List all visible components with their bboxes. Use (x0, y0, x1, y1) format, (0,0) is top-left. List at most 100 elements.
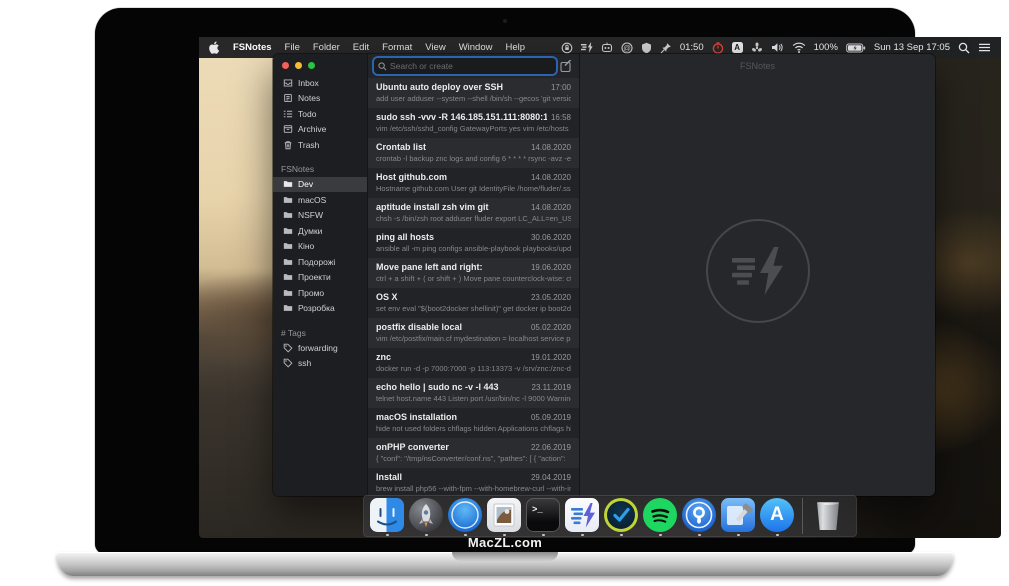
sidebar-item[interactable]: Trash (273, 137, 367, 153)
minimize-window-button[interactable] (295, 62, 302, 69)
dock-fsnotes-icon[interactable] (565, 498, 599, 532)
svg-text:@: @ (623, 43, 631, 52)
dock-mail-icon[interactable] (487, 498, 521, 532)
note-list-item[interactable]: Crontab list 14.08.2020 crontab -l backu… (368, 138, 579, 168)
sidebar-item[interactable]: Archive (273, 122, 367, 138)
fsnotes-menu-icon[interactable] (581, 42, 593, 54)
folder-icon (283, 179, 293, 189)
close-window-button[interactable] (282, 62, 289, 69)
note-list-item[interactable]: Host github.com 14.08.2020 Hostname gith… (368, 168, 579, 198)
sidebar-item[interactable]: Notes (273, 91, 367, 107)
sidebar-item[interactable]: Dev (273, 177, 367, 193)
menubar-menu-item[interactable]: View (425, 42, 445, 53)
note-preview: ansible all -m ping configs ansible-play… (376, 244, 571, 253)
note-list-item[interactable]: Ubuntu auto deploy over SSH 17:00 add us… (368, 78, 579, 108)
dock-safari-icon[interactable] (448, 498, 482, 532)
sidebar-item[interactable]: Кіно (273, 239, 367, 255)
menubar-menu-item[interactable]: Format (382, 42, 412, 53)
fsnotes-logo-icon (706, 219, 810, 323)
menubar-menu-item[interactable]: File (285, 42, 300, 53)
note-date: 29.04.2019 (531, 473, 571, 482)
robot-icon[interactable] (601, 42, 613, 54)
dock-finder-icon[interactable] (370, 498, 404, 532)
sidebar-item[interactable]: # Tags (273, 325, 367, 340)
search-input[interactable] (390, 61, 552, 71)
sidebar-item[interactable]: Inbox (273, 75, 367, 91)
note-title: ping all hosts (376, 232, 527, 242)
shield-icon[interactable] (641, 42, 652, 54)
sidebar-item-label: Розробка (298, 303, 335, 313)
pin-icon[interactable] (660, 42, 672, 54)
note-list-item[interactable]: aptitude install zsh vim git 14.08.2020 … (368, 198, 579, 228)
sidebar-item[interactable]: Думки (273, 223, 367, 239)
input-source-badge[interactable]: A (732, 42, 743, 53)
sidebar-item[interactable]: Проекти (273, 270, 367, 286)
sidebar-item[interactable]: NSFW (273, 208, 367, 224)
note-list-item[interactable]: macOS installation 05.09.2019 hide not u… (368, 408, 579, 438)
note-list-item[interactable]: znc 19.01.2020 docker run -d -p 7000:700… (368, 348, 579, 378)
menubar-menu-item[interactable]: Window (459, 42, 493, 53)
zoom-window-button[interactable] (308, 62, 315, 69)
note-list-item[interactable]: echo hello | sudo nc -v -l 443 23.11.201… (368, 378, 579, 408)
wifi-icon[interactable] (792, 42, 806, 54)
sidebar-item-label: Todo (298, 109, 316, 119)
sidebar-item[interactable]: ssh (273, 356, 367, 372)
dock-spotify-icon[interactable] (643, 498, 677, 532)
sidebar-item[interactable]: Розробка (273, 301, 367, 317)
sidebar-item[interactable]: Промо (273, 285, 367, 301)
note-date: 17:00 (551, 83, 571, 92)
at-icon[interactable]: @ (621, 42, 633, 54)
menubar-menu-item[interactable]: Edit (353, 42, 369, 53)
note-list-item[interactable]: ping all hosts 30.06.2020 ansible all -m… (368, 228, 579, 258)
dock-xcode-icon[interactable] (721, 498, 755, 532)
dock-things-icon[interactable] (604, 498, 638, 532)
dock-launchpad-icon[interactable] (409, 498, 443, 532)
fan-icon[interactable] (751, 42, 763, 54)
note-list-item[interactable]: Install 29.04.2019 brew install php56 --… (368, 468, 579, 496)
privacy-lock-icon[interactable] (561, 42, 573, 54)
macbook-screen-bezel: FSNotes File Folder Edit Format View Window He… (95, 8, 915, 554)
note-list-item[interactable]: onPHP converter 22.06.2019 { "conf": "/t… (368, 438, 579, 468)
menubar-clock[interactable]: Sun 13 Sep 17:05 (874, 42, 950, 53)
note-title: onPHP converter (376, 442, 527, 452)
sidebar-item-label: Думки (298, 226, 322, 236)
note-title: Move pane left and right: (376, 262, 527, 272)
apple-icon[interactable] (209, 42, 220, 54)
sidebar-item-label: forwarding (298, 343, 338, 353)
note-preview: docker run -d -p 7000:7000 -p 113:13373 … (376, 364, 571, 373)
note-list-item[interactable]: Move pane left and right: 19.06.2020 ctr… (368, 258, 579, 288)
dock-appstore-icon[interactable]: A (760, 498, 794, 532)
sidebar-item[interactable]: macOS (273, 192, 367, 208)
volume-icon[interactable] (771, 42, 784, 54)
sidebar-item[interactable]: Todo (273, 106, 367, 122)
sidebar-item[interactable]: forwarding (273, 340, 367, 356)
menubar-app-name[interactable]: FSNotes (233, 42, 272, 53)
search-box[interactable] (374, 58, 556, 74)
menubar-menu-item[interactable]: Folder (313, 42, 340, 53)
note-title: macOS installation (376, 412, 527, 422)
battery-icon[interactable] (846, 42, 866, 54)
note-preview: crontab -l backup znc logs and config 6 … (376, 154, 571, 163)
red-timer-icon[interactable] (712, 42, 724, 54)
menubar-menu-item[interactable]: Help (505, 42, 525, 53)
folder-icon (283, 288, 293, 298)
note-date: 05.02.2020 (531, 323, 571, 332)
archive-icon (283, 124, 293, 134)
sidebar-item[interactable]: Подорожі (273, 254, 367, 270)
dock-trash-icon[interactable] (811, 498, 845, 532)
menubar-timer-text[interactable]: 01:50 (680, 42, 704, 53)
editor-pane[interactable]: FSNotes (580, 54, 935, 496)
note-preview: telnet host.name 443 Listen port /usr/bi… (376, 394, 571, 403)
dock-terminal-icon[interactable]: >_ (526, 498, 560, 532)
sidebar-item-label: macOS (298, 195, 326, 205)
note-list-item[interactable]: OS X 23.05.2020 set env eval "$(boot2doc… (368, 288, 579, 318)
note-list-item[interactable]: postfix disable local 05.02.2020 vim /et… (368, 318, 579, 348)
dock-1password-icon[interactable] (682, 498, 716, 532)
sidebar-item[interactable]: FSNotes (273, 162, 367, 177)
note-list-item[interactable]: sudo ssh -vvv -R 146.185.151.111:8080:12… (368, 108, 579, 138)
notification-center-icon[interactable] (978, 42, 991, 54)
stage: FSNotes File Folder Edit Format View Window He… (0, 0, 1009, 586)
spotlight-search-icon[interactable] (958, 42, 970, 54)
new-note-button[interactable] (560, 60, 573, 73)
note-title: znc (376, 352, 527, 362)
